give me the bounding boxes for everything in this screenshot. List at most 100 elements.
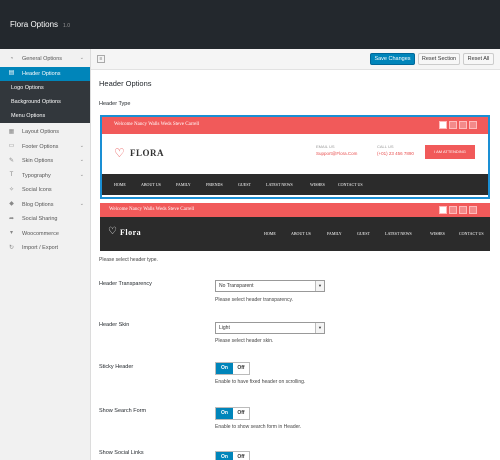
layout-icon: ▦: [8, 128, 15, 135]
sidebar-subitem-background[interactable]: Background Options: [0, 95, 90, 109]
sidebar-item-label: Layout Options: [22, 129, 59, 136]
sticky-header-description: Enable to have fixed header on scrolling…: [215, 379, 306, 385]
refresh-icon: ↻: [8, 244, 15, 251]
typography-icon: T: [9, 172, 14, 178]
reset-section-button[interactable]: Reset Section: [418, 53, 460, 65]
preview-nav-item: LATEST NEWS: [266, 182, 293, 187]
sidebar-item-label: Footer Options: [22, 143, 59, 150]
call-value: (+01) 23 456 7890: [377, 151, 414, 156]
preview-topbar: Welcome Nancy Walls Weds Steve Carrell: [100, 203, 490, 217]
preview-nav-item: FRIENDS: [206, 182, 223, 187]
toolbar: ≡ Save Changes Reset Section Reset All: [91, 49, 500, 70]
chevron-down-icon: ⌄: [79, 171, 84, 178]
app-title-text: Flora Options: [10, 20, 59, 29]
sidebar-item-import-export[interactable]: ↻ Import / Export: [0, 241, 90, 256]
header-type-option-2[interactable]: Welcome Nancy Walls Weds Steve Carrell ♡…: [100, 203, 490, 251]
cart-icon: ▾: [9, 230, 13, 236]
social-icon: [449, 121, 457, 129]
preview-email-info: EMAIL US Support@Flora.Com: [316, 144, 357, 156]
social-icon: [469, 206, 477, 214]
sidebar-subitem-logo[interactable]: Logo Options: [0, 81, 90, 95]
sidebar-submenu: Logo Options Background Options Menu Opt…: [0, 81, 90, 123]
sticky-header-label: Sticky Header: [99, 364, 134, 370]
toggle-on[interactable]: On: [216, 408, 233, 419]
options-content: Header Options Header Type Welcome Nancy…: [91, 70, 500, 460]
sidebar-item-general[interactable]: ◔ General Options ⌄: [0, 52, 90, 67]
sidebar-item-label: Skin Options: [22, 158, 54, 165]
chevron-down-icon: ⌄: [79, 55, 84, 61]
show-search-form-toggle[interactable]: On Off: [215, 407, 250, 420]
header-type-option-1[interactable]: Welcome Nancy Walls Weds Steve Carrell ♡…: [100, 115, 490, 199]
dashboard-icon: ◔: [9, 55, 14, 62]
expand-icon[interactable]: ≡: [97, 55, 105, 63]
email-label: EMAIL US: [316, 144, 335, 149]
sidebar-item-woocommerce[interactable]: ▾ Woocommerce: [0, 227, 90, 242]
show-social-links-toggle[interactable]: On Off: [215, 451, 250, 460]
call-label: CALL US: [377, 144, 394, 149]
preview-nav-item: GUEST: [238, 182, 251, 187]
preview-nav-item: CONTACT US: [459, 231, 484, 236]
email-value: Support@Flora.Com: [316, 151, 358, 156]
main-panel: ≡ Save Changes Reset Section Reset All H…: [91, 49, 500, 460]
social-icon: ✧: [8, 186, 15, 193]
sidebar-item-footer[interactable]: ▭ Footer Options ⌄: [0, 140, 90, 155]
preview-nav-item: FAMILY: [327, 231, 342, 236]
section-title: Header Options: [99, 79, 152, 88]
sidebar-item-header[interactable]: ▤ Header Options: [0, 66, 90, 81]
brush-icon: ✎: [8, 157, 15, 164]
sidebar-item-typography[interactable]: T Typography ⌄: [0, 169, 90, 184]
sticky-header-toggle[interactable]: On Off: [215, 362, 250, 375]
preview-call-info: CALL US (+01) 23 456 7890: [377, 144, 414, 156]
preview-middle: ♡ FLORA EMAIL US Support@Flora.Com CALL …: [102, 134, 488, 174]
sidebar-item-blog[interactable]: ◆ Blog Options ⌄: [0, 198, 90, 213]
preview-cta-button: I AM ATTENDING: [425, 145, 475, 159]
preview-nav: HOME ABOUT US FAMILY FRIENDS GUEST LATES…: [102, 174, 488, 195]
show-social-links-label: Show Social Links: [99, 450, 144, 456]
sidebar-item-skin[interactable]: ✎ Skin Options ⌄: [0, 154, 90, 169]
sidebar-item-label: Typography: [22, 172, 51, 179]
preview-nav-item: HOME: [114, 182, 126, 187]
app-title: Flora Options 1.0: [10, 20, 70, 29]
show-search-form-label: Show Search Form: [99, 408, 147, 414]
toggle-on[interactable]: On: [216, 452, 233, 460]
social-icon: [459, 121, 467, 129]
header-skin-label: Header Skin: [99, 322, 130, 328]
header-transparency-select[interactable]: No Transparent ▼: [215, 280, 325, 292]
toggle-off[interactable]: Off: [233, 408, 249, 419]
sidebar-item-social-sharing[interactable]: ➦ Social Sharing: [0, 212, 90, 227]
chevron-down-icon: ⌄: [79, 157, 84, 163]
share-icon: ➦: [8, 215, 15, 222]
social-icon: [469, 121, 477, 129]
toggle-off[interactable]: Off: [233, 363, 249, 374]
sidebar-item-social-icons[interactable]: ✧ Social Icons: [0, 183, 90, 198]
sidebar-item-layout[interactable]: ▦ Layout Options: [0, 125, 90, 140]
chevron-down-icon: ▼: [315, 323, 324, 333]
header-transparency-label: Header Transparency: [99, 281, 152, 287]
toggle-on[interactable]: On: [216, 363, 233, 374]
sidebar-subitem-menu[interactable]: Menu Options: [0, 109, 90, 123]
preview-nav-item: GUEST: [357, 231, 370, 236]
preview-logo-text: Flora: [120, 228, 142, 237]
chevron-down-icon: ▼: [315, 281, 324, 291]
sidebar-item-label: Social Sharing: [22, 216, 58, 223]
preview-nav-item: ABOUT US: [291, 231, 311, 236]
select-value: Light: [219, 325, 230, 331]
toggle-off[interactable]: Off: [233, 452, 249, 460]
preview-nav-item: LATEST NEWS: [385, 231, 412, 236]
social-icon: [439, 121, 447, 129]
preview-topbar: Welcome Nancy Walls Weds Steve Carrell: [102, 117, 488, 134]
header-skin-description: Please select header skin.: [215, 338, 274, 344]
social-icon: [439, 206, 447, 214]
header-skin-select[interactable]: Light ▼: [215, 322, 325, 334]
preview-nav-item: WISHES: [430, 231, 445, 236]
sidebar: ◔ General Options ⌄ ▤ Header Options Log…: [0, 49, 91, 460]
save-changes-button[interactable]: Save Changes: [370, 53, 415, 65]
header-type-label: Header Type: [99, 101, 131, 107]
heart-logo-icon: ♡: [108, 226, 117, 237]
preview-logo-text: FLORA: [130, 148, 164, 158]
footer-icon: ▭: [8, 143, 15, 149]
preview-nav: ♡ Flora HOME ABOUT US FAMILY GUEST LATES…: [100, 217, 490, 251]
preview-nav-item: FAMILY: [176, 182, 191, 187]
reset-all-button[interactable]: Reset All: [463, 53, 494, 65]
preview-nav-item: ABOUT US: [141, 182, 161, 187]
